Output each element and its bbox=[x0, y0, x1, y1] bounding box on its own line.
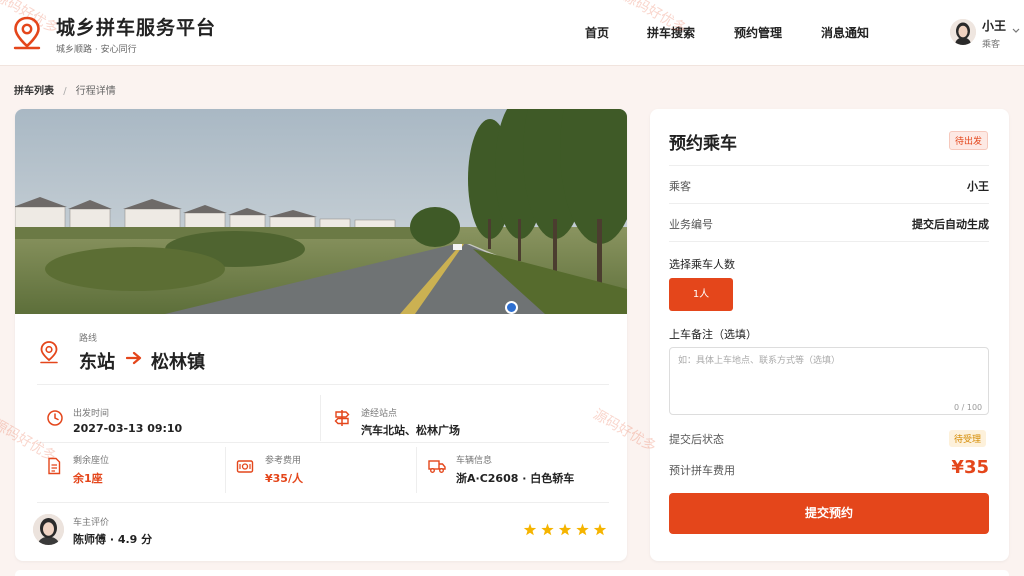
user-name[interactable]: 小王 bbox=[982, 17, 1006, 34]
nav-booking-management[interactable]: 预约管理 bbox=[734, 24, 782, 41]
divider bbox=[416, 447, 417, 493]
note-label: 上车备注（选填） bbox=[669, 328, 757, 341]
seats-label: 剩余座位 bbox=[73, 456, 110, 466]
star-icon bbox=[576, 523, 589, 536]
driver-avatar[interactable] bbox=[33, 514, 64, 545]
top-header: 城乡拼车服务平台 城乡顺路 · 安心同行 首页 拼车搜索 预约管理 消息通知 小… bbox=[0, 0, 1024, 66]
road-landscape-photo bbox=[15, 109, 627, 314]
breadcrumb: 拼车列表 / 行程详情 bbox=[14, 82, 116, 97]
signpost-icon bbox=[334, 410, 350, 426]
order-number-value: 提交后自动生成 bbox=[912, 218, 989, 231]
booking-card: 预约乘车 待出发 乘客 小王 业务编号 提交后自动生成 选择乘车人数 1人 上车… bbox=[650, 109, 1009, 561]
rating-label: 车主评价 bbox=[73, 518, 110, 528]
passenger-label: 乘客 bbox=[669, 180, 691, 193]
star-icon bbox=[558, 523, 572, 536]
divider bbox=[669, 203, 989, 204]
fee-value: ¥35/人 bbox=[265, 472, 303, 485]
user-avatar[interactable] bbox=[950, 19, 976, 45]
next-section-card bbox=[15, 570, 1009, 576]
divider bbox=[669, 241, 989, 242]
breadcrumb-separator: / bbox=[63, 86, 67, 97]
route-destination: 松林镇 bbox=[151, 352, 205, 373]
estimated-fee-label: 预计拼车费用 bbox=[669, 464, 735, 477]
divider bbox=[37, 442, 609, 443]
vehicle-value: 浙A·C2608 · 白色轿车 bbox=[456, 472, 575, 485]
divider bbox=[37, 502, 609, 503]
nav-home[interactable]: 首页 bbox=[585, 24, 609, 41]
submit-booking-button[interactable]: 提交预约 bbox=[669, 493, 989, 534]
note-textarea[interactable] bbox=[669, 347, 989, 415]
booking-title: 预约乘车 bbox=[669, 134, 737, 154]
stops-label: 途经站点 bbox=[361, 409, 398, 419]
platform-title: 城乡拼车服务平台 bbox=[56, 17, 217, 39]
breadcrumb-parent[interactable]: 拼车列表 bbox=[14, 86, 54, 97]
status-badge: 待出发 bbox=[949, 131, 989, 150]
user-role: 乘客 bbox=[982, 40, 1001, 50]
trip-detail-card: 路线 东站 松林镇 出发时间 2027-03-13 09:10 途经站点 汽车北… bbox=[15, 109, 627, 561]
order-number-label: 业务编号 bbox=[669, 218, 713, 231]
star-icon bbox=[593, 523, 607, 536]
arrow-right-icon bbox=[126, 351, 142, 365]
passenger-value: 小王 bbox=[967, 180, 989, 193]
truck-icon bbox=[428, 460, 446, 473]
driver-rating: 陈师傅 · 4.9 分 bbox=[73, 533, 153, 546]
divider bbox=[37, 384, 609, 385]
passenger-count-option[interactable]: 1人 bbox=[669, 278, 733, 311]
divider bbox=[225, 447, 226, 493]
carousel-indicator-dot[interactable] bbox=[505, 301, 518, 314]
after-submit-status-badge: 待受理 bbox=[949, 430, 987, 447]
stops-value: 汽车北站、松林广场 bbox=[361, 424, 460, 437]
passenger-count-label: 选择乘车人数 bbox=[669, 258, 735, 271]
note-char-counter: 0 / 100 bbox=[954, 403, 983, 412]
platform-subtitle: 城乡顺路 · 安心同行 bbox=[56, 45, 137, 55]
star-icon bbox=[541, 523, 554, 536]
after-submit-status-label: 提交后状态 bbox=[669, 433, 724, 446]
departure-label: 出发时间 bbox=[73, 409, 110, 419]
seats-value: 余1座 bbox=[73, 472, 103, 485]
vehicle-label: 车辆信息 bbox=[456, 456, 493, 466]
divider bbox=[320, 395, 321, 441]
route-origin: 东站 bbox=[79, 352, 115, 373]
map-pin-icon bbox=[40, 341, 58, 364]
rating-stars bbox=[523, 523, 607, 536]
departure-time: 2027-03-13 09:10 bbox=[73, 422, 183, 435]
route-label: 路线 bbox=[79, 334, 98, 344]
chevron-down-icon[interactable] bbox=[1011, 27, 1021, 35]
star-icon bbox=[523, 523, 537, 536]
breadcrumb-current: 行程详情 bbox=[75, 86, 116, 97]
nav-messages[interactable]: 消息通知 bbox=[821, 24, 869, 41]
money-icon bbox=[236, 460, 254, 473]
divider bbox=[669, 165, 989, 166]
estimated-fee-value: ¥35 bbox=[951, 457, 989, 478]
fee-label: 参考费用 bbox=[265, 456, 302, 466]
clock-icon bbox=[47, 410, 63, 426]
